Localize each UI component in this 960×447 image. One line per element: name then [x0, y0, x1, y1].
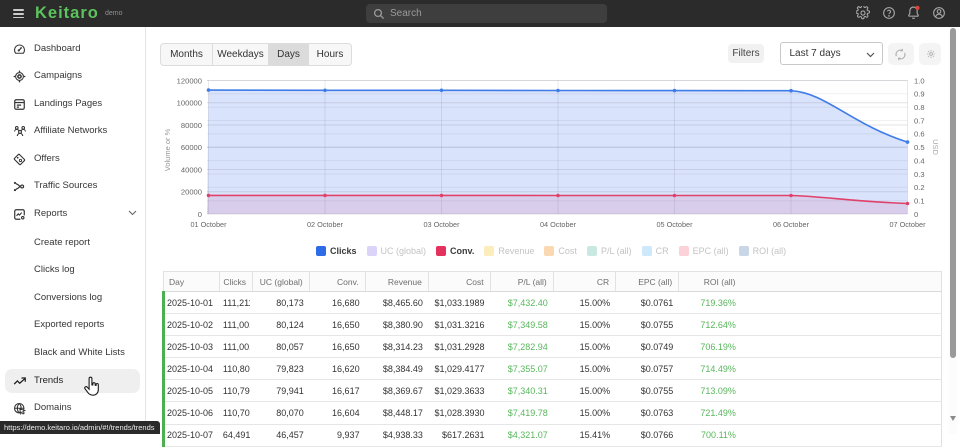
svg-text:Volume or %: Volume or %: [163, 128, 172, 171]
svg-text:0: 0: [198, 210, 202, 219]
svg-text:02 October: 02 October: [307, 220, 344, 229]
svg-text:0.1: 0.1: [914, 197, 925, 206]
svg-text:05 October: 05 October: [656, 220, 693, 229]
svg-text:0.8: 0.8: [914, 103, 925, 112]
svg-text:01 October: 01 October: [190, 220, 227, 229]
svg-text:20000: 20000: [181, 188, 202, 197]
svg-text:0.6: 0.6: [914, 130, 925, 139]
svg-text:03 October: 03 October: [423, 220, 460, 229]
svg-text:0.7: 0.7: [914, 116, 925, 125]
svg-text:40000: 40000: [181, 165, 202, 174]
svg-text:0.5: 0.5: [914, 143, 925, 152]
svg-text:06 October: 06 October: [773, 220, 810, 229]
svg-text:60000: 60000: [181, 143, 202, 152]
svg-text:80000: 80000: [181, 121, 202, 130]
svg-text:07 October: 07 October: [889, 220, 926, 229]
svg-text:0.2: 0.2: [914, 183, 925, 192]
svg-text:100000: 100000: [177, 99, 202, 108]
svg-text:0: 0: [914, 210, 918, 219]
svg-text:04 October: 04 October: [540, 220, 577, 229]
svg-text:0.4: 0.4: [914, 156, 925, 165]
svg-text:0.3: 0.3: [914, 170, 925, 179]
svg-text:1.0: 1.0: [914, 76, 925, 85]
svg-text:0.9: 0.9: [914, 90, 925, 99]
svg-text:120000: 120000: [177, 76, 202, 85]
svg-text:USD: USD: [931, 139, 940, 155]
